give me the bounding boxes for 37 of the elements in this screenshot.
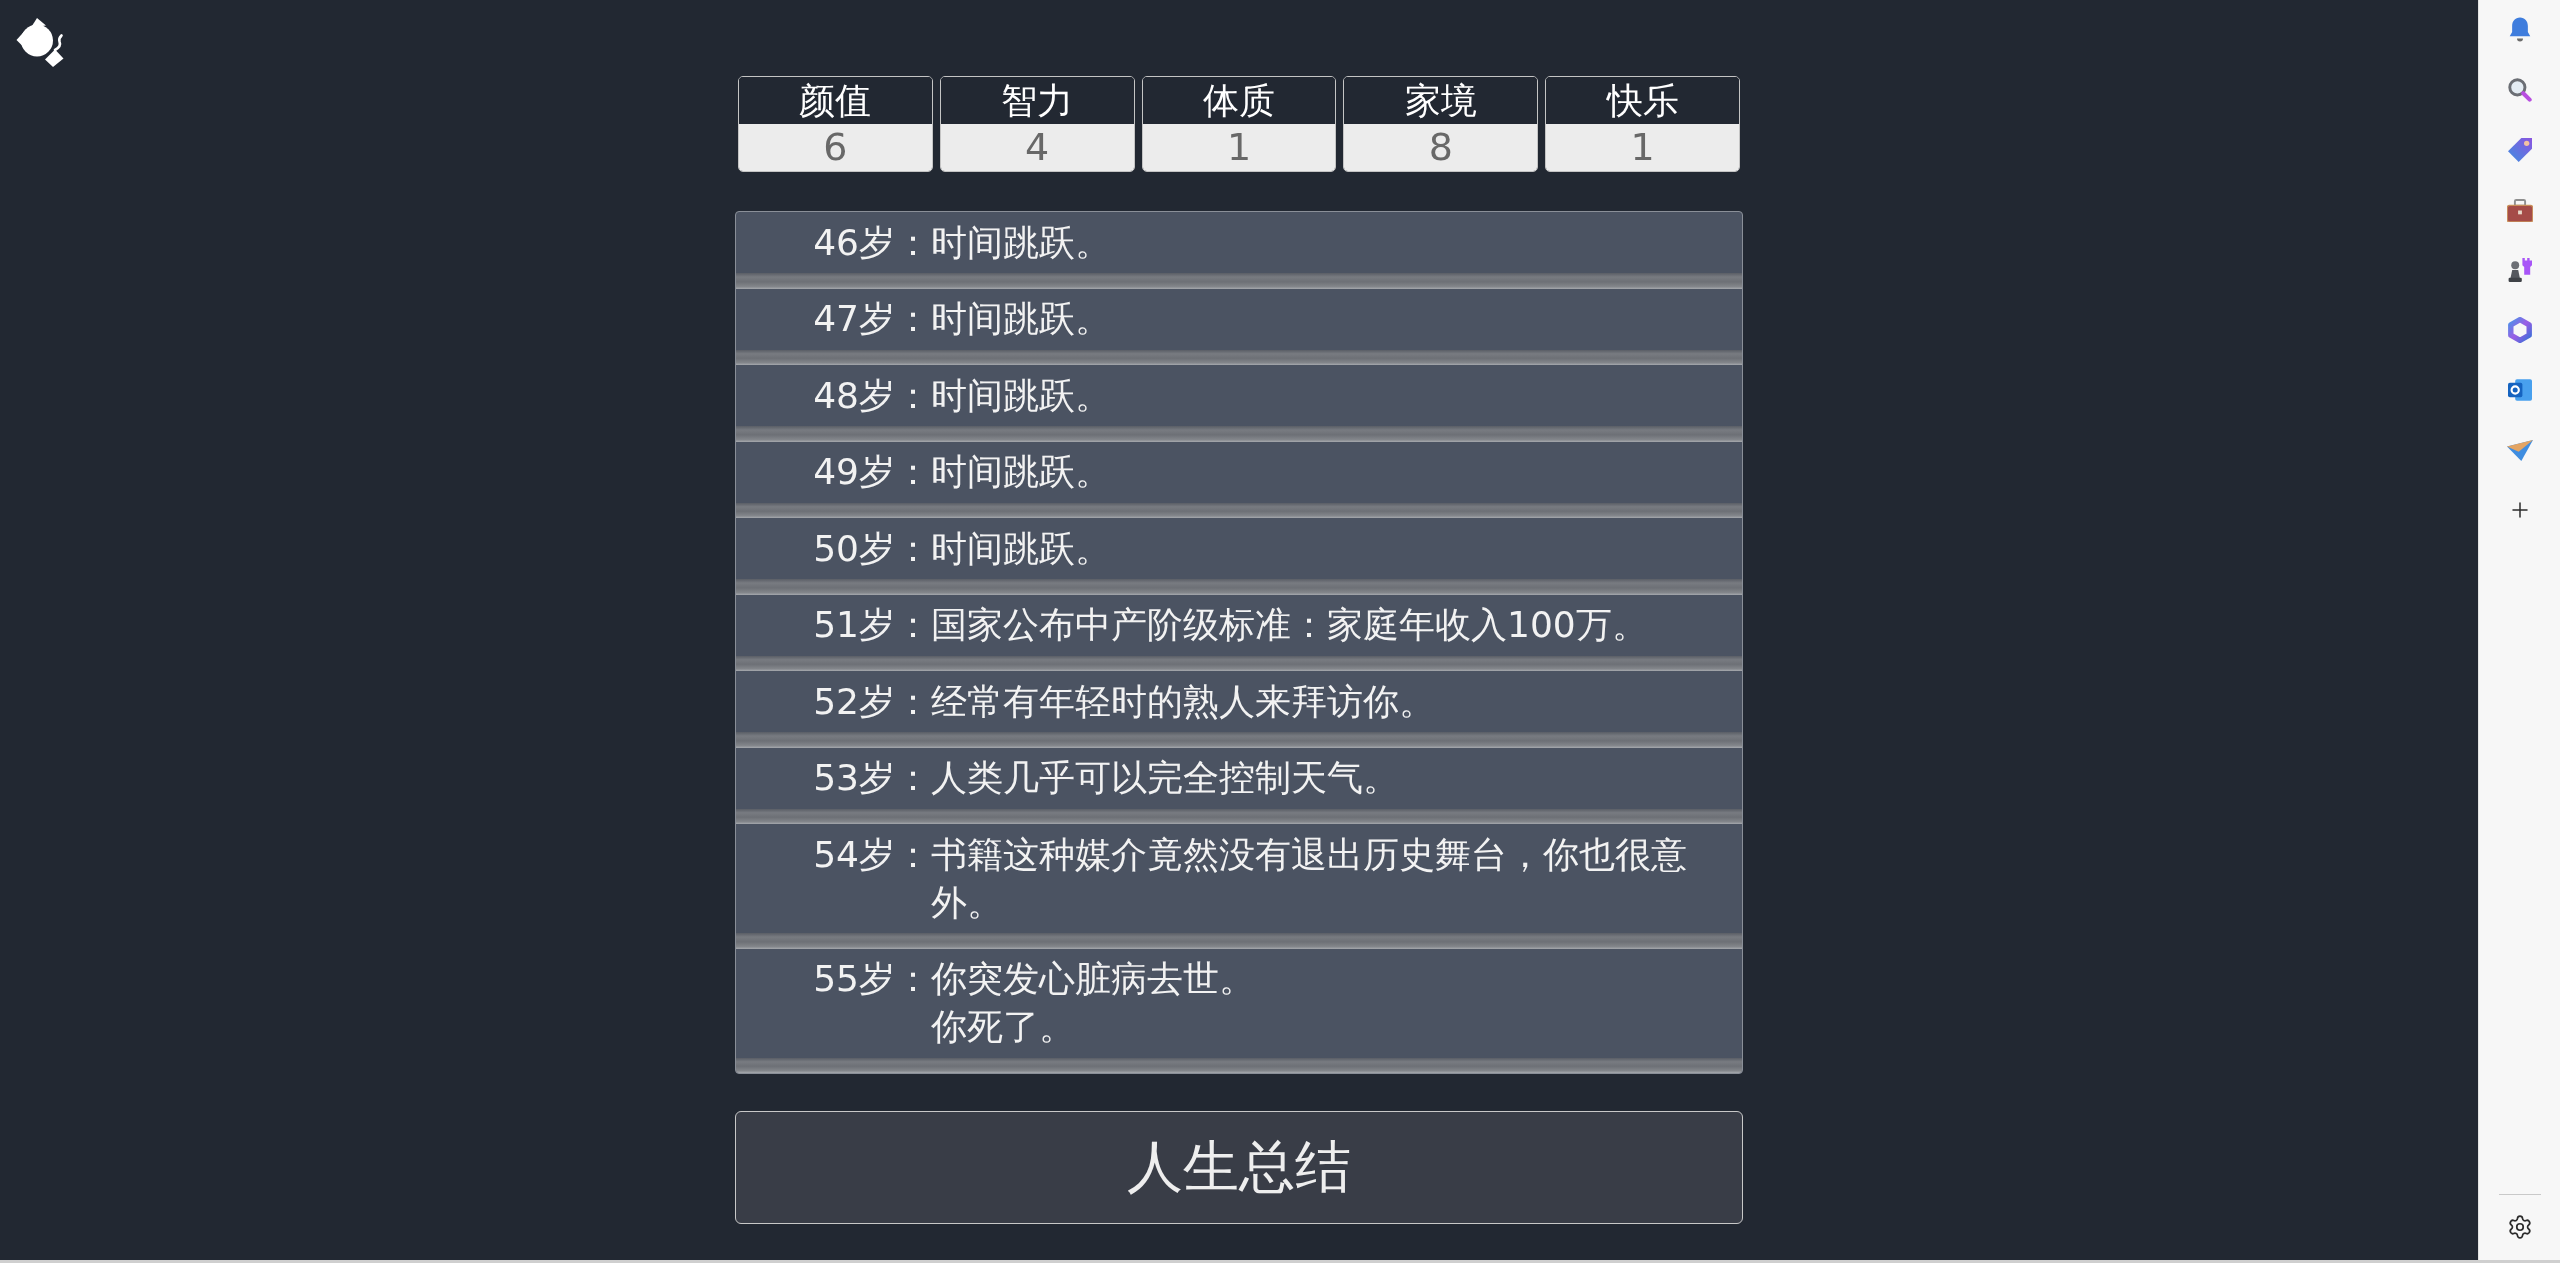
- event-text: 你突发心脏病去世。: [931, 957, 1256, 1001]
- event-age: 52岁：: [812, 679, 931, 724]
- cat-icon[interactable]: [16, 18, 64, 67]
- event-text: 时间跳跃。: [931, 220, 1112, 265]
- event-text: 人类几乎可以完全控制天气。: [931, 756, 1400, 800]
- event-text: 你死了。: [931, 1005, 1076, 1049]
- summary-button[interactable]: 人生总结: [735, 1111, 1743, 1224]
- event-age: 53岁：: [812, 756, 931, 800]
- bell-icon[interactable]: [2507, 17, 2532, 43]
- event-age: 47岁：: [812, 297, 931, 341]
- toolbox-icon[interactable]: [2506, 198, 2533, 222]
- event-age: 46岁：: [812, 220, 931, 265]
- event-text: 时间跳跃。: [931, 450, 1112, 494]
- paper-plane-icon[interactable]: [2506, 439, 2533, 461]
- event-age: 55岁：: [812, 957, 931, 1001]
- stat-value: 1: [1546, 124, 1739, 171]
- stat-value: 1: [1142, 124, 1336, 171]
- event-text: 时间跳跃。: [931, 373, 1112, 418]
- event-text: 国家公布中产阶级标准：家庭年收入100万。: [931, 603, 1649, 647]
- chess-pieces-icon[interactable]: [2507, 258, 2532, 282]
- event-text: 书籍这种媒介竟然没有退出历史舞台，你也很意外。: [931, 832, 1688, 925]
- event-age: 49岁：: [812, 450, 931, 494]
- search-icon[interactable]: [2507, 78, 2532, 102]
- stat-value: 6: [739, 124, 932, 171]
- event-text: 时间跳跃。: [931, 297, 1112, 341]
- event-age: 51岁：: [812, 603, 931, 647]
- hexagon-ring-icon[interactable]: [2507, 317, 2532, 343]
- event-text: 经常有年轻时的熟人来拜访你。: [931, 679, 1436, 724]
- stat-value: 4: [940, 124, 1134, 171]
- tag-icon[interactable]: [2507, 138, 2532, 162]
- mail-app-icon[interactable]: [2507, 379, 2532, 401]
- event-age: 50岁：: [812, 526, 931, 571]
- event-text: 时间跳跃。: [931, 526, 1112, 571]
- stat-value: 8: [1344, 124, 1538, 171]
- event-age: 54岁：: [812, 832, 931, 877]
- event-age: 48岁：: [812, 373, 931, 418]
- settings-icon[interactable]: [2506, 1214, 2533, 1240]
